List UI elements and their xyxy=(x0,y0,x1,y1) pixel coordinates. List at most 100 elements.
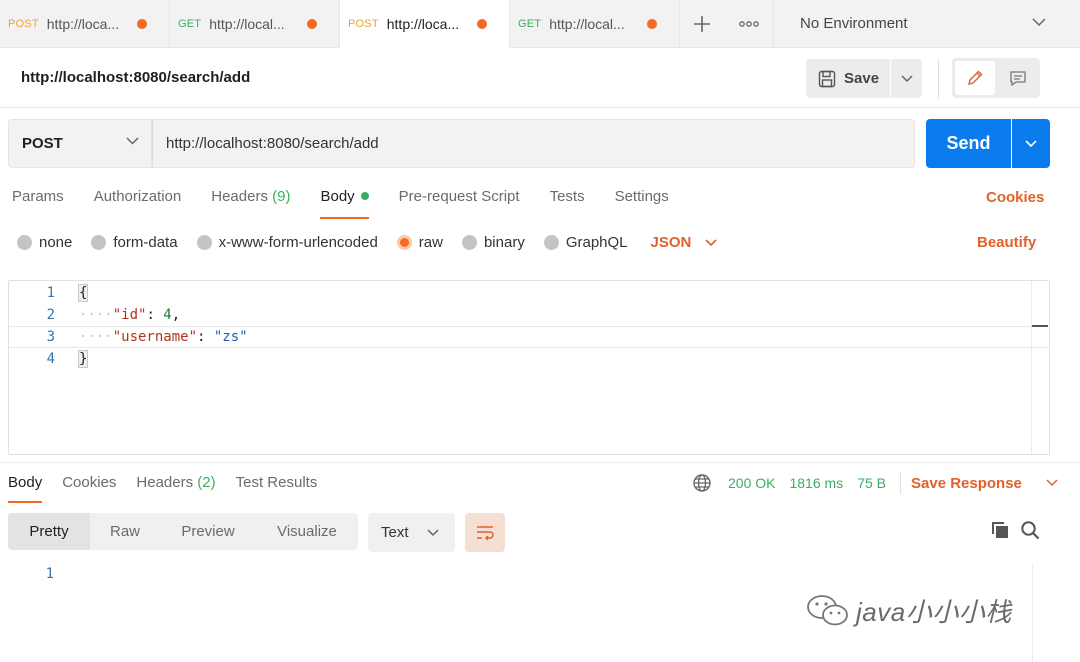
chevron-down-icon xyxy=(1025,139,1037,147)
editor-scrollbar[interactable] xyxy=(1031,281,1049,454)
tab-headers[interactable]: Headers (9) xyxy=(211,188,290,218)
view-toggle-group xyxy=(952,58,1040,98)
brace: { xyxy=(77,284,89,302)
save-response-label: Save Response xyxy=(911,474,1022,492)
status-code[interactable]: 200 OK xyxy=(728,475,775,491)
request-tab-2[interactable]: GET http://local... xyxy=(170,0,340,48)
code-line: { xyxy=(77,284,89,302)
response-tab-body[interactable]: Body xyxy=(8,474,43,503)
code-line: ····"username": "zs" xyxy=(79,329,248,345)
chevron-down-icon xyxy=(1046,479,1058,487)
headers-count: (9) xyxy=(272,188,291,205)
response-tab-test-results[interactable]: Test Results xyxy=(236,474,318,502)
request-tab-3[interactable]: POST http://loca... xyxy=(340,0,510,49)
tab-url: http://local... xyxy=(209,16,285,32)
response-divider[interactable] xyxy=(0,462,1080,463)
tab-authorization[interactable]: Authorization xyxy=(94,188,182,218)
response-format-tabs: Pretty Raw Preview Visualize xyxy=(8,513,358,550)
tab-strip: POST http://loca... GET http://local... … xyxy=(0,0,1080,49)
radio-graphql[interactable]: GraphQL xyxy=(543,234,628,251)
save-response-button[interactable]: Save Response xyxy=(911,475,1058,492)
beautify-link[interactable]: Beautify xyxy=(977,234,1036,251)
radio-selected-icon xyxy=(396,235,412,250)
body-editor[interactable]: 1 { 2 ····"id": 4, 3 ····"username": "zs… xyxy=(8,280,1050,455)
comments-button[interactable] xyxy=(998,61,1038,95)
request-tab-4[interactable]: GET http://local... xyxy=(510,0,680,48)
tab-body-label: Body xyxy=(320,188,355,205)
response-tab-headers[interactable]: Headers (2) xyxy=(136,474,215,502)
radio-binary[interactable]: binary xyxy=(461,234,525,251)
tab-url: http://loca... xyxy=(46,16,120,32)
chevron-down-icon xyxy=(1032,18,1046,27)
response-tab-cookies[interactable]: Cookies xyxy=(62,474,116,502)
line-number: 4 xyxy=(46,351,55,367)
response-line-number: 1 xyxy=(45,566,54,582)
more-tabs-button[interactable] xyxy=(724,0,774,48)
request-tabs: Params Authorization Headers (9) Body Pr… xyxy=(12,188,699,219)
language-select[interactable]: JSON xyxy=(651,234,718,251)
format-raw[interactable]: Raw xyxy=(90,513,160,550)
save-button[interactable]: Save xyxy=(806,59,890,98)
response-type-value: Text xyxy=(381,524,409,541)
url-input[interactable]: http://localhost:8080/search/add xyxy=(152,119,915,168)
new-tab-button[interactable] xyxy=(680,0,724,48)
format-visualize[interactable]: Visualize xyxy=(256,513,358,550)
radio-icon xyxy=(461,235,477,250)
watermark: java小小小栈 xyxy=(806,592,1012,629)
json-value: 4 xyxy=(163,307,172,323)
radio-icon xyxy=(543,235,559,250)
response-time[interactable]: 1816 ms xyxy=(789,475,843,491)
tab-params[interactable]: Params xyxy=(12,188,64,218)
radio-label: raw xyxy=(418,234,443,251)
cookies-link[interactable]: Cookies xyxy=(986,189,1044,206)
tab-body[interactable]: Body xyxy=(320,188,369,219)
radio-urlencoded[interactable]: x-www-form-urlencoded xyxy=(196,234,378,251)
request-title[interactable]: http://localhost:8080/search/add xyxy=(21,69,250,86)
request-tab-1[interactable]: POST http://loca... xyxy=(0,0,170,48)
radio-label: form-data xyxy=(113,234,178,251)
editor-line-active: 3 ····"username": "zs" xyxy=(9,326,1049,348)
format-preview[interactable]: Preview xyxy=(160,513,256,550)
globe-icon[interactable] xyxy=(692,473,712,493)
line-number: 3 xyxy=(46,329,55,345)
save-options-button[interactable] xyxy=(891,59,922,98)
plus-icon xyxy=(694,16,710,32)
tab-tests[interactable]: Tests xyxy=(550,188,585,218)
watermark-text: java小小小栈 xyxy=(856,597,1012,627)
wrap-lines-icon xyxy=(477,525,494,541)
unsaved-dot-icon xyxy=(477,19,487,29)
radio-label: GraphQL xyxy=(565,234,628,251)
body-type-selector: none form-data x-www-form-urlencoded raw… xyxy=(17,234,717,251)
radio-form-data[interactable]: form-data xyxy=(91,234,178,251)
wrap-lines-button[interactable] xyxy=(465,513,505,552)
response-headers-label: Headers xyxy=(136,474,194,491)
response-type-select[interactable]: Text xyxy=(368,513,455,552)
tab-prerequest-script[interactable]: Pre-request Script xyxy=(399,188,520,218)
send-button[interactable]: Send xyxy=(926,119,1011,168)
response-scrollbar[interactable] xyxy=(1032,564,1048,662)
response-headers-count: (2) xyxy=(197,474,216,491)
radio-raw[interactable]: raw xyxy=(396,234,443,251)
copy-icon[interactable] xyxy=(990,520,1010,545)
more-icon xyxy=(738,21,759,27)
edit-button[interactable] xyxy=(955,61,995,95)
radio-icon xyxy=(196,235,212,250)
json-key: "username" xyxy=(112,329,198,345)
editor-line: 1 { xyxy=(9,282,1049,304)
tab-settings[interactable]: Settings xyxy=(615,188,669,218)
body-indicator-icon xyxy=(360,192,369,200)
environment-selector[interactable]: No Environment xyxy=(774,0,1080,47)
search-icon[interactable] xyxy=(1020,520,1040,545)
send-options-button[interactable] xyxy=(1012,119,1050,168)
radio-icon xyxy=(17,235,32,250)
response-size[interactable]: 75 B xyxy=(857,475,886,491)
line-number: 2 xyxy=(46,307,55,323)
method-select[interactable]: POST xyxy=(8,119,152,168)
format-pretty[interactable]: Pretty xyxy=(8,513,90,550)
chevron-down-icon xyxy=(427,529,439,537)
radio-none[interactable]: none xyxy=(17,234,72,251)
save-label: Save xyxy=(844,70,880,87)
language-value: JSON xyxy=(650,234,692,251)
indent-marker: ···· xyxy=(79,329,113,345)
chevron-down-icon xyxy=(900,74,913,82)
